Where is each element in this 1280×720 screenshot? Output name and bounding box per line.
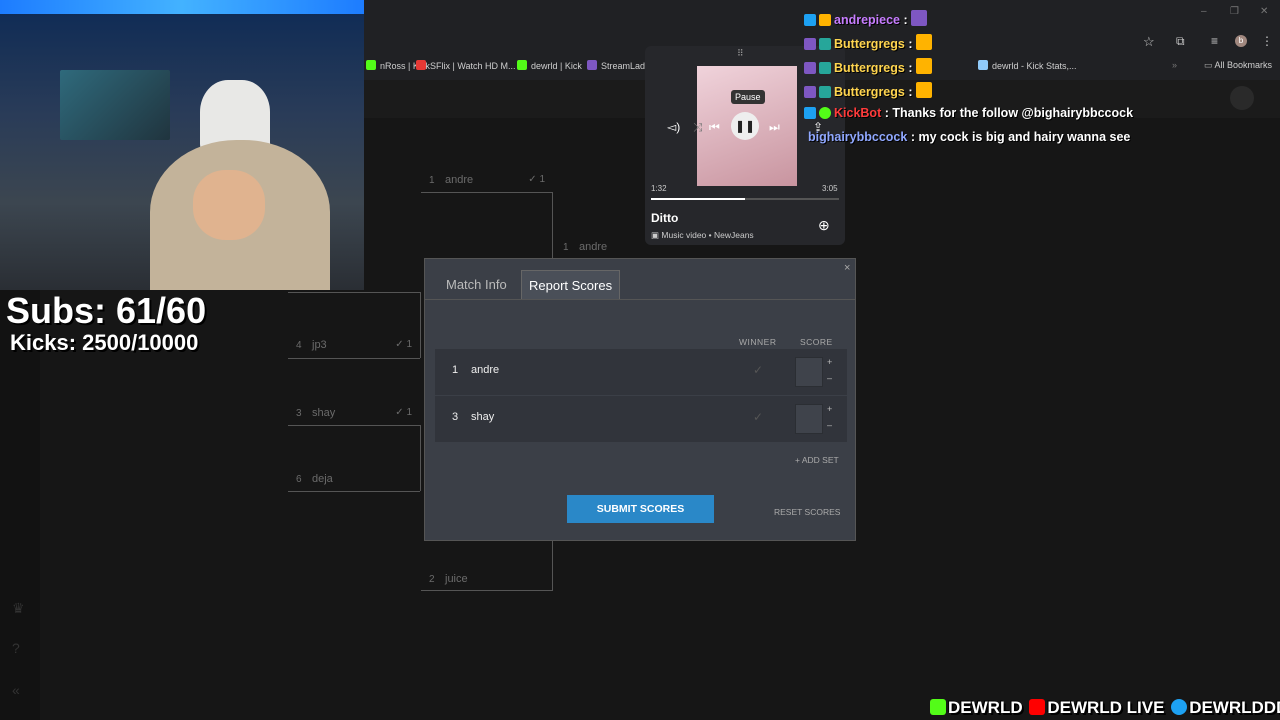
badge-icon [804, 14, 816, 26]
bracket-slot[interactable]: 4 jp3 ✓ 1 [288, 336, 420, 358]
emote-icon [915, 34, 932, 50]
chat-message: Buttergregs : [804, 82, 935, 99]
duration: 3:05 [822, 184, 838, 193]
tab-match-info[interactable]: Match Info [439, 270, 514, 300]
kicks-goal: Kicks: 2500/10000 [10, 330, 199, 355]
wall-poster [60, 70, 170, 140]
youtube-icon [1029, 699, 1046, 715]
score-row: 1 andre ✓ + – [435, 349, 847, 395]
track-title: Ditto [651, 211, 679, 225]
decrement-icon[interactable]: – [827, 373, 832, 383]
elapsed-time: 1:32 [651, 184, 667, 193]
decrement-icon[interactable]: – [827, 420, 832, 430]
badge-icon [819, 38, 831, 50]
tab-divider [425, 299, 855, 300]
bracket-slot[interactable]: 3 shay ✓ 1 [288, 404, 420, 426]
seek-bar-fill [651, 198, 745, 200]
bracket-line [288, 358, 420, 359]
tooltip: Pause [731, 90, 765, 104]
badge-icon [804, 38, 816, 50]
bracket-line [288, 491, 420, 492]
winner-check-icon[interactable]: ✓ [753, 410, 763, 424]
webcam-overlay [0, 0, 364, 290]
bookmark-2[interactable]: dewrld | Kick [517, 60, 582, 71]
badge-icon [819, 14, 831, 26]
bracket-line [420, 292, 421, 358]
emote-icon [911, 10, 928, 26]
badge-icon [804, 86, 816, 98]
score-row: 3 shay ✓ + – [435, 396, 847, 442]
score-input[interactable] [795, 404, 823, 434]
next-track-icon[interactable]: ⏭ [769, 120, 780, 135]
bookmark-favicon [517, 60, 527, 70]
bracket-line [420, 425, 421, 491]
chat-message: Buttergregs : [804, 58, 935, 75]
badge-icon [804, 107, 816, 119]
tab-report-scores[interactable]: Report Scores [521, 270, 621, 300]
help-icon[interactable]: ? [12, 640, 28, 656]
increment-icon[interactable]: + [827, 404, 832, 414]
increment-icon[interactable]: + [827, 357, 832, 367]
winner-column-header: WINNER [739, 337, 777, 347]
score-input[interactable] [795, 357, 823, 387]
bracket-line [421, 192, 553, 193]
collapse-icon[interactable]: « [12, 682, 28, 698]
verified-icon [819, 107, 831, 119]
subs-goal: Subs: 61/60 [6, 290, 207, 331]
add-set-button[interactable]: + ADD SET [795, 455, 839, 465]
track-subtitle: ▣ Music video • NewJeans [651, 230, 754, 240]
socials-banner: DEWRLD DEWRLD LIVE DEWRLDDD [928, 698, 1280, 720]
chat-message: KickBot : Thanks for the follow @bighair… [804, 106, 1133, 120]
emote-icon [915, 82, 932, 98]
report-scores-modal: × Match Info Report Scores WINNER SCORE … [424, 258, 856, 541]
seek-bar[interactable] [651, 198, 839, 200]
bookmark-favicon [416, 60, 426, 70]
led-strip [0, 0, 364, 14]
winner-check-icon[interactable]: ✓ [753, 363, 763, 377]
score-column-header: SCORE [800, 337, 833, 347]
bracket-slot[interactable]: 6 deja [288, 470, 420, 492]
twitter-icon [1171, 699, 1188, 715]
chat-message: Buttergregs : [804, 34, 935, 51]
close-icon[interactable]: × [844, 262, 850, 274]
shuffle-icon[interactable]: ⤨ [693, 120, 703, 135]
bookmark-favicon [587, 60, 597, 70]
badge-icon [819, 62, 831, 74]
badge-icon [804, 62, 816, 74]
badge-icon [819, 86, 831, 98]
bracket-line [288, 292, 420, 293]
bracket-line [421, 590, 553, 591]
video-icon: ▣ [651, 230, 662, 240]
kick-icon [930, 699, 946, 715]
bracket-line [552, 192, 553, 258]
emote-icon [915, 58, 932, 74]
bracket-slot[interactable]: 2 juice [421, 570, 553, 592]
bracket-slot[interactable]: 1 andre ✓ 1 [421, 171, 553, 193]
streamer-face [193, 170, 265, 240]
chat-message: andrepiece : [804, 10, 930, 27]
trophy-icon[interactable]: ♛ [12, 600, 28, 616]
chat-message: bighairybbccock : my cock is big and hai… [808, 130, 1131, 144]
previous-track-icon[interactable]: ⏮ [709, 120, 720, 135]
drag-handle-icon[interactable]: ⠿ [737, 48, 744, 59]
add-icon[interactable]: ⊕ [818, 217, 830, 234]
bookmark-favicon [366, 60, 376, 70]
volume-icon[interactable]: ◅) [667, 120, 680, 134]
pause-button[interactable]: ❚❚ [731, 112, 759, 140]
bracket-line [288, 425, 420, 426]
chat-overlay: andrepiece : Buttergregs : Buttergregs :… [804, 8, 1280, 148]
submit-scores-button[interactable]: SUBMIT SCORES [567, 495, 714, 523]
bookmark-1[interactable]: SFlix | Watch HD M... [416, 60, 516, 71]
reset-scores-button[interactable]: RESET SCORES [774, 507, 840, 517]
